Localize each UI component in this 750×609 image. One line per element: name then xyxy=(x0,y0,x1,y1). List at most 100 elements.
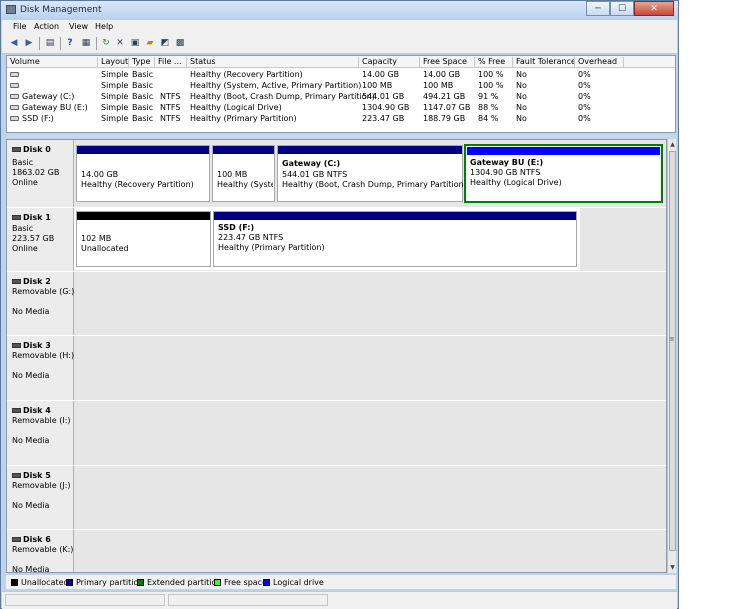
free-space-cell: 14.00 GB xyxy=(423,70,461,79)
disk-info[interactable]: Disk 4 Removable (I:) No Media xyxy=(7,401,74,465)
disk-info[interactable]: Disk 5 Removable (J:) No Media xyxy=(7,466,74,529)
type-cell: Basic xyxy=(132,81,154,90)
volume-icon xyxy=(10,94,19,99)
refresh-icon[interactable]: ↻ xyxy=(100,37,112,49)
disk-row-disk-4: Disk 4 Removable (I:) No Media xyxy=(7,401,666,466)
partition-system[interactable]: 100 MB Healthy (System xyxy=(212,145,275,202)
menu-action[interactable]: Action xyxy=(34,22,59,31)
legend-swatch xyxy=(214,579,221,586)
console-tree-icon[interactable]: ▤ xyxy=(44,37,56,49)
volume-row[interactable]: Simple Basic Healthy (Recovery Partition… xyxy=(7,69,675,80)
window-title: Disk Management xyxy=(20,5,102,15)
disk-size: 223.57 GB xyxy=(12,234,55,243)
volume-row[interactable]: Simple Basic Healthy (System, Active, Pr… xyxy=(7,80,675,91)
capacity-cell: 14.00 GB xyxy=(362,70,400,79)
menu-bar: File Action View Help xyxy=(2,20,677,34)
minimize-button[interactable]: ─ xyxy=(586,1,610,16)
pane-splitter[interactable] xyxy=(6,134,676,138)
properties-icon[interactable]: ▦ xyxy=(80,37,92,49)
column-status[interactable]: Status xyxy=(187,57,359,67)
disk-label: Disk 1 xyxy=(12,213,51,222)
window-controls: ─ ☐ ✕ xyxy=(586,1,674,16)
disk-info[interactable]: Disk 2 Removable (G:) No Media xyxy=(7,272,74,335)
back-arrow-icon[interactable]: ◀ xyxy=(8,37,20,49)
free-space-cell: 100 MB xyxy=(423,81,454,90)
help-icon[interactable]: ? xyxy=(64,37,76,49)
type-cell: Basic xyxy=(132,103,154,112)
volume-list-header: Volume Layout Type File ... Status Capac… xyxy=(7,56,675,68)
capacity-cell: 223.47 GB xyxy=(362,114,405,123)
partition-status: Healthy (System xyxy=(217,180,273,189)
disk-label: Disk 6 xyxy=(12,535,51,544)
column-percent-free[interactable]: % Free xyxy=(475,57,513,67)
toolbar-separator xyxy=(96,37,97,50)
toolbar-separator xyxy=(60,37,61,50)
percent-free-cell: 100 % xyxy=(478,70,504,79)
column-layout[interactable]: Layout xyxy=(98,57,129,67)
volume-name-cell xyxy=(10,81,22,90)
forward-arrow-icon[interactable]: ▶ xyxy=(23,37,35,49)
disk-info[interactable]: Disk 3 Removable (H:) No Media xyxy=(7,336,74,400)
disk-state: No Media xyxy=(12,501,50,510)
vertical-scrollbar[interactable]: ▲ ≡ ▼ xyxy=(667,139,676,573)
volume-row[interactable]: Gateway BU (E:) Simple Basic NTFS Health… xyxy=(7,102,675,113)
delete-icon[interactable]: ✕ xyxy=(114,37,126,49)
partition-gateway-bu-e[interactable]: Gateway BU (E:) 1304.90 GB NTFS Healthy … xyxy=(464,144,663,203)
status-cell: Healthy (Logical Drive) xyxy=(190,103,282,112)
disk-size: 1863.02 GB xyxy=(12,168,60,177)
column-type[interactable]: Type xyxy=(129,57,155,67)
legend-swatch xyxy=(66,579,73,586)
capacity-cell: 1304.90 GB xyxy=(362,103,410,112)
volume-row[interactable]: Gateway (C:) Simple Basic NTFS Healthy (… xyxy=(7,91,675,102)
capacity-cell: 100 MB xyxy=(362,81,393,90)
disk-management-window: Disk Management ─ ☐ ✕ File Action View H… xyxy=(0,0,679,609)
status-bar-cell xyxy=(5,594,165,606)
disk-info[interactable]: Disk 0 Basic 1863.02 GB Online xyxy=(7,140,74,207)
explore-icon[interactable]: ◩ xyxy=(159,37,171,49)
menu-help[interactable]: Help xyxy=(95,22,113,31)
open-folder-icon[interactable]: ▰ xyxy=(144,37,156,49)
disk-info[interactable]: Disk 6 Removable (K:) No Media xyxy=(7,530,74,573)
overhead-cell: 0% xyxy=(578,92,591,101)
menu-file[interactable]: File xyxy=(13,22,26,31)
volume-row[interactable]: SSD (F:) Simple Basic NTFS Healthy (Prim… xyxy=(7,113,675,124)
partition-ssd-f[interactable]: SSD (F:) 223.47 GB NTFS Healthy (Primary… xyxy=(213,211,577,267)
disk-type: Basic xyxy=(12,224,34,233)
logical-drive-bar xyxy=(467,147,660,155)
percent-free-cell: 91 % xyxy=(478,92,499,101)
disk-row-disk-2: Disk 2 Removable (G:) No Media xyxy=(7,272,666,336)
settings-icon[interactable]: ▩ xyxy=(174,37,186,49)
close-button[interactable]: ✕ xyxy=(634,1,674,16)
layout-cell: Simple xyxy=(101,114,129,123)
disk-type: Removable (I:) xyxy=(12,416,71,425)
disk-state: No Media xyxy=(12,565,50,573)
column-fault-tolerance[interactable]: Fault Tolerance xyxy=(513,57,575,67)
partition-recovery[interactable]: 14.00 GB Healthy (Recovery Partition) xyxy=(76,145,210,202)
partition-gateway-c[interactable]: Gateway (C:) 544.01 GB NTFS Healthy (Boo… xyxy=(277,145,467,202)
scroll-thumb[interactable] xyxy=(669,151,676,551)
legend-extended-partition: Extended partition xyxy=(137,578,222,587)
graphical-disk-view: Disk 0 Basic 1863.02 GB Online 14.00 GB … xyxy=(6,139,667,573)
column-capacity[interactable]: Capacity xyxy=(359,57,420,67)
column-overhead[interactable]: Overhead xyxy=(575,57,624,67)
disk-info[interactable]: Disk 1 Basic 223.57 GB Online xyxy=(7,208,74,271)
partition-unallocated[interactable]: 102 MB Unallocated xyxy=(76,211,211,267)
column-volume[interactable]: Volume xyxy=(7,57,98,67)
layout-cell: Simple xyxy=(101,70,129,79)
scroll-up-arrow-icon[interactable]: ▲ xyxy=(668,140,677,149)
disk-row-disk-3: Disk 3 Removable (H:) No Media xyxy=(7,336,666,401)
maximize-button[interactable]: ☐ xyxy=(610,1,634,16)
title-bar: Disk Management ─ ☐ ✕ xyxy=(1,1,678,19)
rescan-icon[interactable]: ▣ xyxy=(129,37,141,49)
overhead-cell: 0% xyxy=(578,70,591,79)
status-cell: Healthy (Boot, Crash Dump, Primary Parti… xyxy=(190,92,375,101)
column-file-system[interactable]: File ... xyxy=(155,57,187,67)
scroll-down-arrow-icon[interactable]: ▼ xyxy=(668,563,677,572)
column-free-space[interactable]: Free Space xyxy=(420,57,475,67)
disk-row-disk-6: Disk 6 Removable (K:) No Media xyxy=(7,530,666,573)
legend-primary-partition: Primary partition xyxy=(66,578,143,587)
volume-icon xyxy=(10,83,19,88)
menu-view[interactable]: View xyxy=(69,22,88,31)
disk-label: Disk 4 xyxy=(12,406,51,415)
legend-unallocated: Unallocated xyxy=(11,578,69,587)
